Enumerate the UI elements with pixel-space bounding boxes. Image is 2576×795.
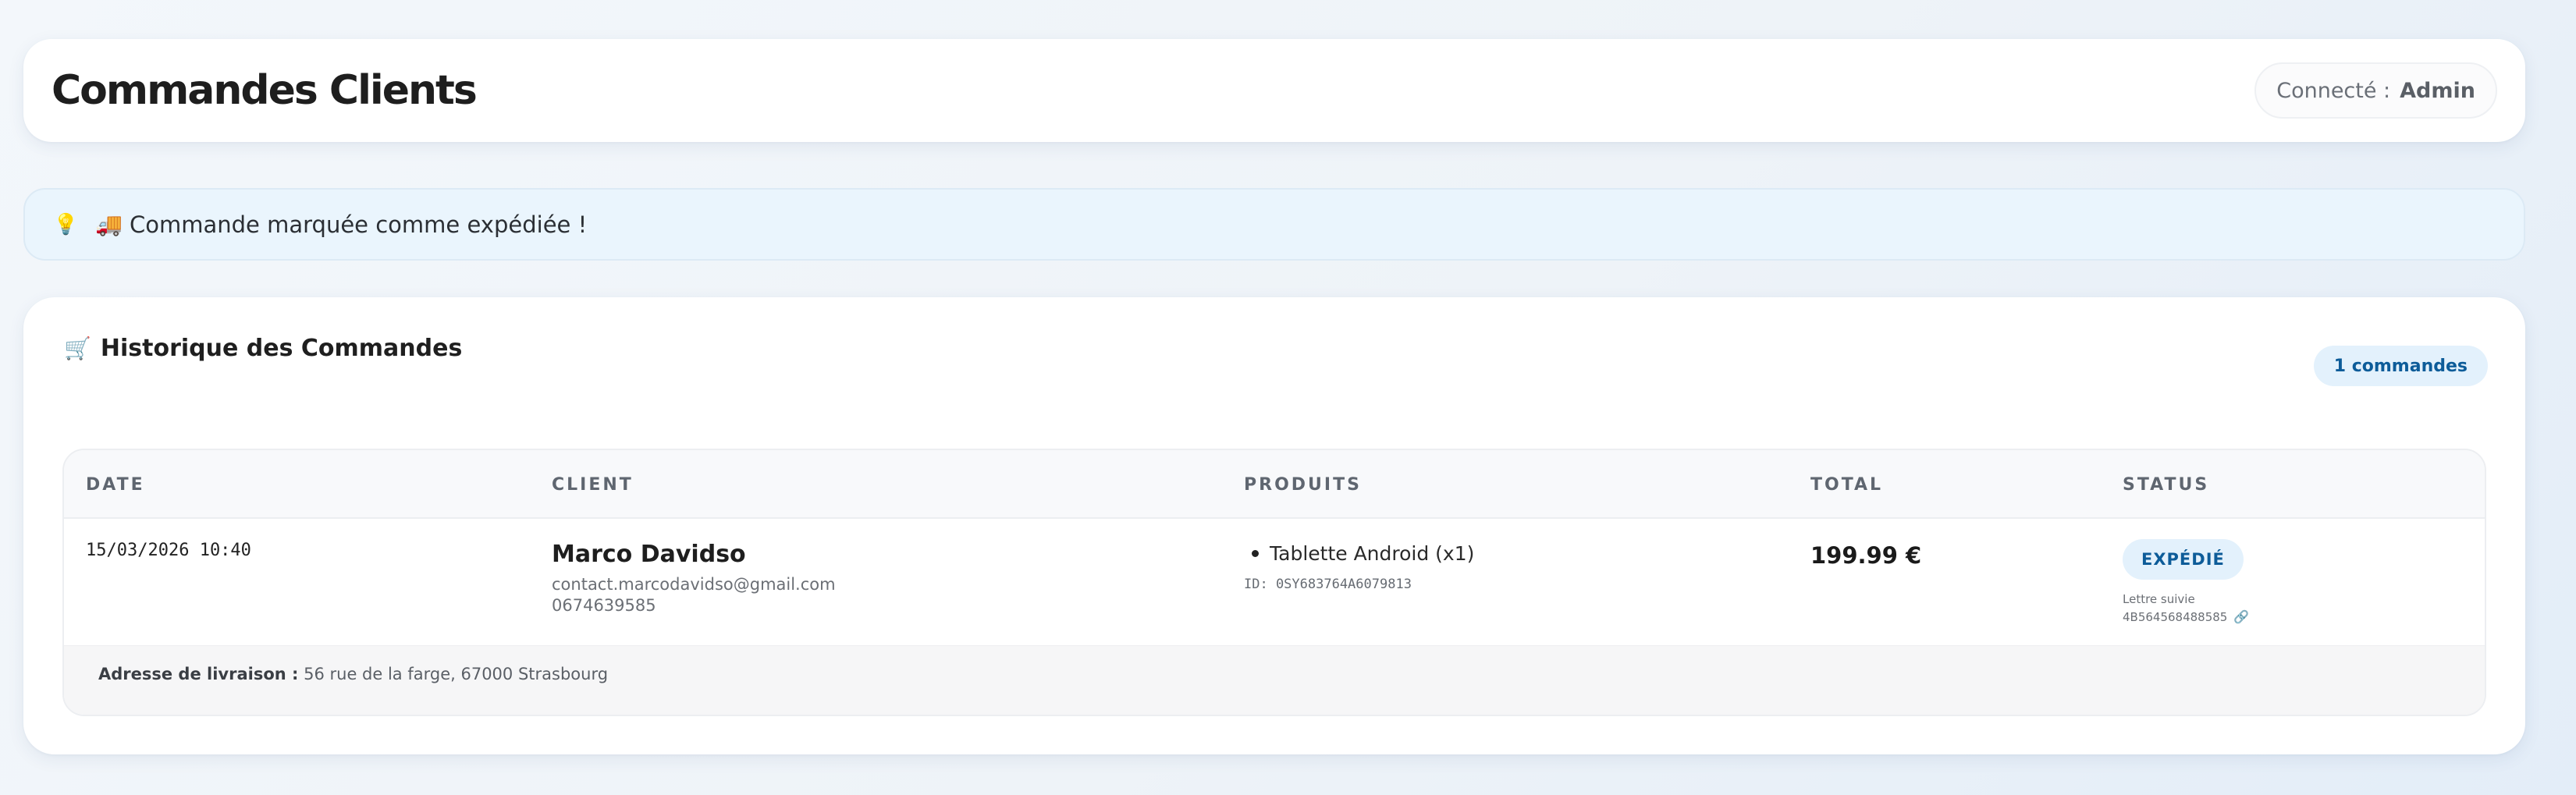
top-header: Commandes Clients Connecté : Admin xyxy=(23,39,2525,142)
lightbulb-icon: 💡 xyxy=(53,212,79,236)
user-badge[interactable]: Connecté : Admin xyxy=(2254,62,2497,119)
user-name: Admin xyxy=(2400,78,2475,103)
order-date: 15/03/2026 10:40 xyxy=(86,541,251,560)
delivery-address-row: Adresse de livraison : 56 rue de la farg… xyxy=(64,645,2485,715)
table-row[interactable]: 15/03/2026 10:40 Marco Davidso contact.m… xyxy=(64,519,2485,645)
orders-title-text: Historique des Commandes xyxy=(100,335,463,362)
bullet-icon xyxy=(1252,550,1259,557)
client-phone: 0674639585 xyxy=(552,596,656,615)
product-id: ID: 0SY683764A6079813 xyxy=(1244,577,1412,592)
orders-page: Commandes Clients Connecté : Admin 💡 🚚 C… xyxy=(0,0,2576,795)
orders-title: 🛒 Historique des Commandes xyxy=(64,335,462,362)
orders-count-badge: 1 commandes xyxy=(2313,346,2488,386)
table-header: DATE CLIENT PRODUITS TOTAL STATUS xyxy=(64,450,2485,519)
user-label: Connecté : xyxy=(2276,78,2391,103)
status-badge[interactable]: EXPÉDIÉ xyxy=(2123,539,2244,580)
product-item: Tablette Android (x1) xyxy=(1244,542,1474,565)
order-total: 199.99 € xyxy=(1810,542,1922,569)
address-value: 56 rue de la farge, 67000 Strasbourg xyxy=(304,665,609,683)
orders-card: 🛒 Historique des Commandes 1 commandes D… xyxy=(23,297,2525,754)
delivery-truck-icon: 🚚 xyxy=(95,211,123,237)
orders-table: DATE CLIENT PRODUITS TOTAL STATUS 15/03/… xyxy=(62,449,2486,716)
column-header-date[interactable]: DATE xyxy=(86,450,145,519)
column-header-status[interactable]: STATUS xyxy=(2123,450,2209,519)
client-email: contact.marcodavidso@gmail.com xyxy=(552,575,836,594)
success-alert: 💡 🚚 Commande marquée comme expédiée ! xyxy=(23,188,2525,261)
column-header-products[interactable]: PRODUITS xyxy=(1244,450,1362,519)
column-header-client[interactable]: CLIENT xyxy=(552,450,634,519)
shopping-cart-icon: 🛒 xyxy=(64,335,91,361)
tracking-number: 4B564568488585 xyxy=(2123,609,2228,624)
column-header-total[interactable]: TOTAL xyxy=(1810,450,1883,519)
link-icon[interactable]: 🔗 xyxy=(2233,609,2249,624)
alert-message: Commande marquée comme expédiée ! xyxy=(130,211,588,238)
tracking-link[interactable]: 4B564568488585 🔗 xyxy=(2123,609,2249,624)
tracking-label: Lettre suivie xyxy=(2123,592,2195,606)
product-name: Tablette Android (x1) xyxy=(1270,542,1475,565)
page-title: Commandes Clients xyxy=(52,67,478,114)
client-name: Marco Davidso xyxy=(552,541,746,568)
address-label: Adresse de livraison : xyxy=(98,665,299,683)
